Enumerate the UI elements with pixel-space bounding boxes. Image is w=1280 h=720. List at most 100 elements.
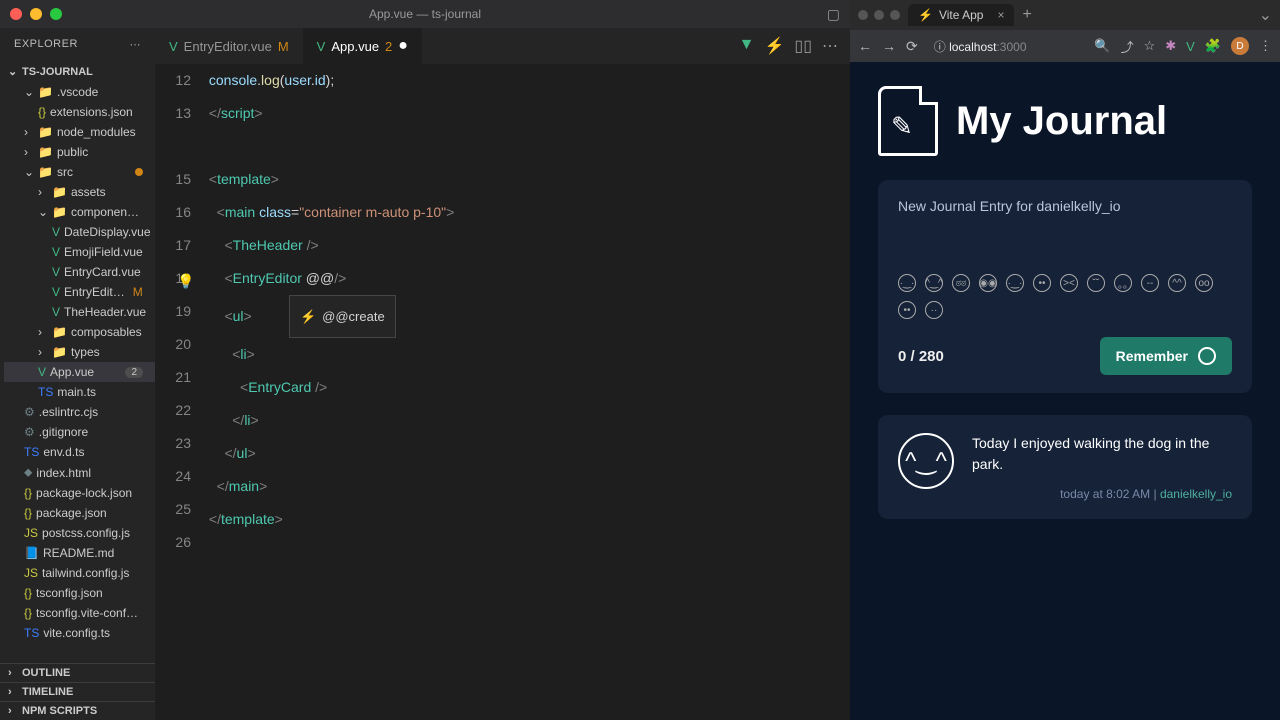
layout-icon[interactable]: ▢ xyxy=(827,6,840,23)
tree-file[interactable]: {}extensions.json xyxy=(4,102,155,122)
close-tab-icon[interactable]: × xyxy=(997,8,1004,22)
tree-folder[interactable]: ›📁node_modules xyxy=(4,122,155,142)
vue-icon: V xyxy=(169,39,178,54)
reload-button[interactable]: ⟳ xyxy=(906,38,918,55)
tree-file[interactable]: TSmain.ts xyxy=(4,382,155,402)
share-icon[interactable]: ⤴ xyxy=(1121,37,1134,56)
more-icon[interactable]: ⋯ xyxy=(130,38,142,51)
tree-folder[interactable]: ›📁composables xyxy=(4,322,155,342)
npm-section[interactable]: ›NPM SCRIPTS xyxy=(0,701,155,720)
titlebar: App.vue — ts-journal ▢ xyxy=(0,0,850,28)
traffic-lights xyxy=(858,10,900,20)
remember-button[interactable]: Remember xyxy=(1100,337,1232,375)
tree-file[interactable]: {}package.json xyxy=(4,503,155,523)
vue-devtools-icon[interactable]: V xyxy=(1186,39,1195,54)
main-area: EXPLORER ⋯ ⌄ TS-JOURNAL ⌄📁.vscode {}exte… xyxy=(0,28,850,720)
extension-icon[interactable]: ✱ xyxy=(1165,38,1176,54)
code-content[interactable]: console.log(user.id); </script> <templat… xyxy=(205,64,850,720)
tree-file[interactable]: VEmojiField.vue xyxy=(4,242,155,262)
minimize-icon[interactable] xyxy=(874,10,884,20)
tree-file[interactable]: VDateDisplay.vue xyxy=(4,222,155,242)
bookmark-icon[interactable]: ☆ xyxy=(1144,38,1156,54)
tree-file[interactable]: {}tsconfig.vite-conf… xyxy=(4,603,155,623)
minimize-icon[interactable] xyxy=(30,8,42,20)
new-tab-button[interactable]: + xyxy=(1022,6,1031,24)
tree-file[interactable]: ⚙.gitignore xyxy=(4,422,155,442)
address-bar[interactable]: ⓘ localhost:3000 xyxy=(928,38,1085,55)
editor: V EntryEditor.vue M V App.vue 2 ● ▼ ⚡ ▯▯… xyxy=(155,28,850,720)
emoji-option[interactable]: •• xyxy=(1033,274,1051,292)
tree-file[interactable]: ⬥index.html xyxy=(4,462,155,483)
emoji-option[interactable]: ·‿· xyxy=(1006,274,1024,292)
tree-folder[interactable]: ⌄📁.vscode xyxy=(4,82,155,102)
tree-file[interactable]: VEntryEdit…M xyxy=(4,282,155,302)
emoji-option[interactable]: ·· xyxy=(925,301,943,319)
zoom-icon[interactable] xyxy=(50,8,62,20)
editor-tabs: V EntryEditor.vue M V App.vue 2 ● ▼ ⚡ ▯▯… xyxy=(155,28,850,64)
vue-icon: V xyxy=(317,39,326,54)
forward-button[interactable]: → xyxy=(882,38,896,54)
code-area[interactable]: 1213 151617181920212223242526 console.lo… xyxy=(155,64,850,720)
emoji-option[interactable]: •• xyxy=(898,301,916,319)
tree-folder[interactable]: ›📁assets xyxy=(4,182,155,202)
emoji-option[interactable]: ^‿^ xyxy=(925,274,943,292)
back-button[interactable]: ← xyxy=(858,38,872,54)
tree-folder[interactable]: ⌄📁src xyxy=(4,162,155,182)
tree-folder[interactable]: ⌄📁componen… xyxy=(4,202,155,222)
emoji-option[interactable]: -- xyxy=(1141,274,1159,292)
tree-file[interactable]: VEntryCard.vue xyxy=(4,262,155,282)
tree-file[interactable]: {}tsconfig.json xyxy=(4,583,155,603)
emoji-option[interactable]: ˘˘ xyxy=(1087,274,1105,292)
app-title: My Journal xyxy=(956,99,1167,144)
emoji-option[interactable]: ಠಠ xyxy=(952,274,970,292)
entry-textarea[interactable]: New Journal Entry for danielkelly_io xyxy=(898,198,1232,214)
chevron-down-icon: ⌄ xyxy=(8,65,18,78)
expand-tabs-icon[interactable]: ⌄ xyxy=(1259,5,1272,25)
tree-file[interactable]: JSpostcss.config.js xyxy=(4,523,155,543)
app-viewport: My Journal New Journal Entry for danielk… xyxy=(850,62,1280,720)
entry-timestamp: today at 8:02 AM xyxy=(1060,487,1150,501)
tree-file[interactable]: TSvite.config.ts xyxy=(4,623,155,643)
lightbulb-icon[interactable]: 💡 xyxy=(177,265,194,298)
emoji-option[interactable]: >< xyxy=(1060,274,1078,292)
emoji-option[interactable]: ◉◉ xyxy=(979,274,997,292)
tree-file[interactable]: JStailwind.config.js xyxy=(4,563,155,583)
emoji-option[interactable]: ｡｡ xyxy=(1114,274,1132,292)
tree-file[interactable]: 📘README.md xyxy=(4,543,155,563)
vue-devtools-icon[interactable]: ▼ xyxy=(739,36,755,56)
menu-icon[interactable]: ⋮ xyxy=(1259,38,1272,54)
project-name: TS-JOURNAL xyxy=(22,66,93,78)
browser-tab[interactable]: ⚡ Vite App × xyxy=(908,4,1014,26)
vite-icon[interactable]: ⚡ xyxy=(764,36,784,56)
outline-section[interactable]: ›OUTLINE xyxy=(0,663,155,682)
emoji-option[interactable]: oo xyxy=(1195,274,1213,292)
tree-file[interactable]: TSenv.d.ts xyxy=(4,442,155,462)
tree-file[interactable]: ⚙.eslintrc.cjs xyxy=(4,402,155,422)
more-icon[interactable]: ⋯ xyxy=(822,36,838,56)
tree-folder[interactable]: ›📁public xyxy=(4,142,155,162)
entry-author: danielkelly_io xyxy=(1160,487,1232,501)
emoji-option[interactable]: ^^ xyxy=(1168,274,1186,292)
app-header: My Journal xyxy=(878,86,1252,156)
zoom-icon[interactable]: 🔍 xyxy=(1094,38,1110,54)
sidebar: EXPLORER ⋯ ⌄ TS-JOURNAL ⌄📁.vscode {}exte… xyxy=(0,28,155,720)
tree-file[interactable]: VTheHeader.vue xyxy=(4,302,155,322)
close-icon[interactable] xyxy=(858,10,868,20)
emoji-option[interactable]: ·‿· xyxy=(898,274,916,292)
zoom-icon[interactable] xyxy=(890,10,900,20)
extensions-icon[interactable]: 🧩 xyxy=(1205,38,1221,54)
split-editor-icon[interactable]: ▯▯ xyxy=(794,36,812,56)
tab-label: EntryEditor.vue xyxy=(184,39,272,54)
tree-folder[interactable]: ›📁types xyxy=(4,342,155,362)
emoji-picker: ·‿· ^‿^ ಠಠ ◉◉ ·‿· •• >< ˘˘ ｡｡ -- ^^ oo •… xyxy=(898,274,1232,319)
intellisense-popup[interactable]: ⚡@@create xyxy=(289,295,396,338)
tree-file-active[interactable]: VApp.vue2 xyxy=(4,362,155,382)
timeline-section[interactable]: ›TIMELINE xyxy=(0,682,155,701)
tab-app-vue[interactable]: V App.vue 2 ● xyxy=(303,28,422,64)
project-header[interactable]: ⌄ TS-JOURNAL xyxy=(0,61,155,82)
tree-file[interactable]: {}package-lock.json xyxy=(4,483,155,503)
tab-entry-editor[interactable]: V EntryEditor.vue M xyxy=(155,28,303,64)
profile-avatar[interactable]: D xyxy=(1231,37,1249,55)
url-host: localhost xyxy=(949,40,996,54)
close-icon[interactable] xyxy=(10,8,22,20)
